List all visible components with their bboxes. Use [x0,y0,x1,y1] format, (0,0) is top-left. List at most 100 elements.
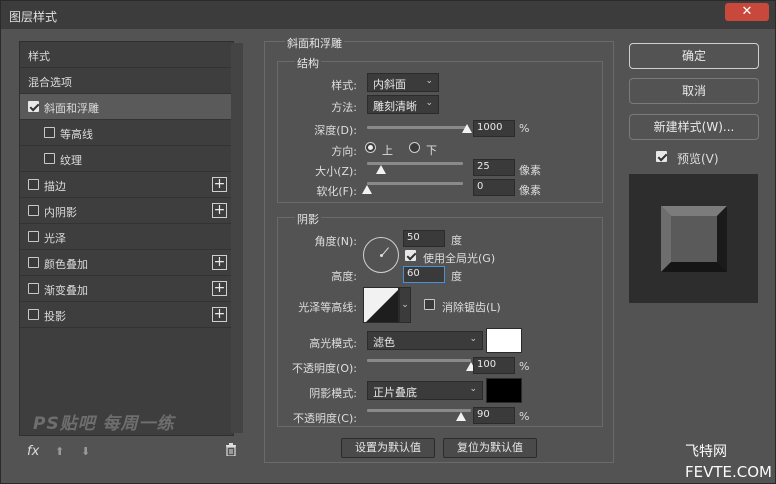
reset-default-button[interactable]: 复位为默认值 [443,438,537,458]
style-item-label: 斜面和浮雕 [44,102,99,115]
move-down-icon[interactable]: ⬇ [81,445,90,458]
altitude-input[interactable]: 60 [403,266,445,283]
add-style-plus-icon[interactable]: + [212,307,227,322]
global-light-label: 使用全局光(G) [423,252,496,265]
soften-input[interactable]: 0 [473,179,515,196]
style-item[interactable]: 颜色叠加 + [20,250,233,276]
shadow-mode-dropdown[interactable]: 正片叠底 ⌄ [367,381,483,400]
ok-button[interactable]: 确定 [629,43,759,69]
highlight-opacity-unit: % [519,360,530,373]
shadow-color-swatch[interactable] [486,378,522,403]
shading-title: 阴影 [295,211,321,227]
trash-icon[interactable] [225,443,237,460]
gloss-contour-label: 光泽等高线: [298,301,357,314]
style-item-label: 等高线 [60,128,93,141]
direction-up-radio[interactable] [365,142,376,153]
technique-dropdown[interactable]: 雕刻清晰 ⌄ [367,95,439,114]
depth-slider[interactable] [367,126,467,129]
style-item[interactable]: 描边 + [20,172,233,198]
layer-style-dialog: 图层样式 ✕ 样式 混合选项 斜面和浮雕 等高线 纹理 描边 + 内阴影 + 光泽 颜色叠加 + 渐变叠… [0,0,776,484]
style-preview [629,174,758,303]
highlight-opacity-slider[interactable] [367,359,471,362]
trash-icon-svg [226,443,236,457]
highlight-mode-value: 滤色 [373,336,395,349]
preview-thumbnail [661,206,727,272]
style-item[interactable]: 渐变叠加 + [20,276,233,302]
global-light-checkbox[interactable] [405,250,416,261]
angle-unit: 度 [451,234,462,247]
soften-slider-thumb[interactable] [362,185,372,194]
bevel-style-dropdown[interactable]: 内斜面 ⌄ [367,73,439,92]
size-slider-thumb[interactable] [376,165,387,174]
size-label: 大小(Z): [315,165,357,178]
style-item[interactable]: 投影 + [20,302,233,328]
direction-up-label: 上 [382,144,393,157]
angle-input[interactable]: 50 [403,230,445,247]
anti-alias-checkbox[interactable] [424,299,435,310]
section-title: 斜面和浮雕 [285,35,344,51]
style-list-scrollbar[interactable] [231,43,243,433]
size-input[interactable]: 25 [473,159,515,176]
style-item-checkbox[interactable] [28,101,39,112]
style-item-checkbox[interactable] [28,179,39,190]
depth-slider-thumb[interactable] [462,124,472,133]
highlight-mode-dropdown[interactable]: 滤色 ⌄ [367,331,483,350]
soften-label: 软化(F): [316,185,357,198]
bevel-preview-graphic [661,206,727,272]
angle-dial[interactable] [363,237,399,273]
add-style-plus-icon[interactable]: + [212,203,227,218]
style-item-checkbox[interactable] [28,309,39,320]
fx-toolbar: fx ⬆ ⬇ [19,439,245,465]
technique-label: 方法: [331,101,357,114]
style-item-checkbox[interactable] [44,153,55,164]
fx-button[interactable]: fx [27,444,39,459]
style-item-checkbox[interactable] [28,257,39,268]
move-up-icon[interactable]: ⬆ [55,445,64,458]
style-item-label: 纹理 [60,154,82,167]
add-style-plus-icon[interactable]: + [212,177,227,192]
add-style-plus-icon[interactable]: + [212,255,227,270]
watermark-text: PS贴吧 每周一练 [33,414,175,434]
shadow-opacity-input[interactable]: 90 [473,407,515,424]
style-item[interactable]: 等高线 [20,120,233,146]
style-item-label: 光泽 [44,232,66,245]
chevron-down-icon: ⌄ [425,76,433,86]
cancel-button[interactable]: 取消 [629,78,759,104]
shadow-opacity-label: 不透明度(C): [293,412,357,425]
close-button[interactable]: ✕ [725,3,769,21]
highlight-opacity-label: 不透明度(O): [292,362,357,375]
highlight-color-swatch[interactable] [486,328,522,353]
highlight-opacity-input[interactable]: 100 [473,357,515,374]
direction-down-radio[interactable] [409,142,420,153]
style-item[interactable]: 内阴影 + [20,198,233,224]
style-item[interactable]: 混合选项 [20,68,233,94]
chevron-down-icon: ⌄ [469,384,477,394]
style-item-checkbox[interactable] [44,127,55,138]
style-item[interactable]: 纹理 [20,146,233,172]
preview-checkbox[interactable] [656,151,667,162]
style-item-label: 投影 [44,310,66,323]
depth-input[interactable]: 1000 [473,120,515,137]
style-item[interactable]: 样式 [20,42,233,68]
structure-title: 结构 [295,55,321,71]
style-item-checkbox[interactable] [28,205,39,216]
altitude-unit: 度 [451,270,462,283]
contour-dropdown-arrow[interactable]: ⌄ [399,287,411,323]
chevron-down-icon: ⌄ [469,334,477,344]
preview-label: 预览(V) [677,152,719,166]
add-style-plus-icon[interactable]: + [212,281,227,296]
soften-slider[interactable] [367,182,463,185]
brand-en: FEVTE.COM [685,463,772,481]
make-default-button[interactable]: 设置为默认值 [341,438,435,458]
style-item[interactable]: 斜面和浮雕 [20,94,233,120]
shadow-mode-label: 阴影模式: [309,387,357,400]
new-style-button[interactable]: 新建样式(W)... [629,114,759,140]
style-item[interactable]: 光泽 [20,224,233,250]
style-item-checkbox[interactable] [28,231,39,242]
style-item-checkbox[interactable] [28,283,39,294]
shadow-opacity-slider-thumb[interactable] [455,412,466,421]
gloss-contour-picker[interactable] [363,287,399,323]
title-bar[interactable]: 图层样式 ✕ [1,1,775,29]
direction-down-label: 下 [426,144,437,157]
depth-unit: % [519,122,530,135]
